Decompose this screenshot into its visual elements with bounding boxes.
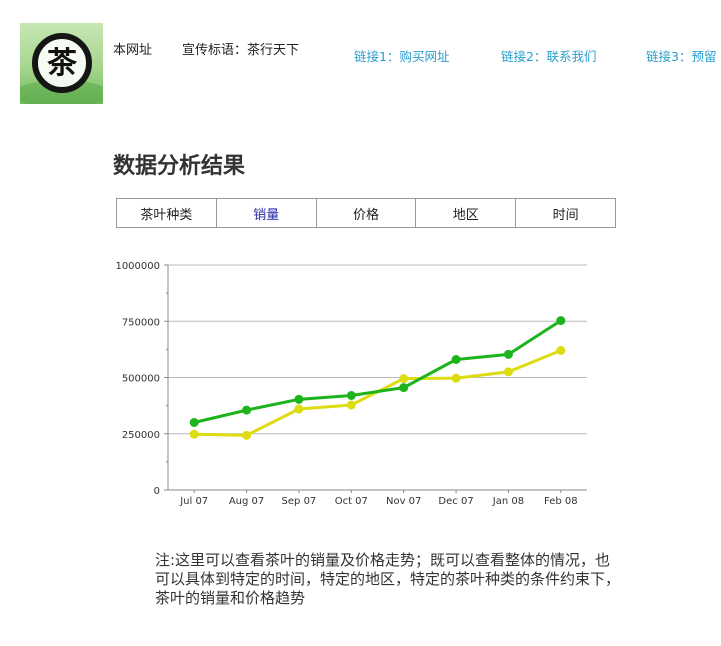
x-tick-label: Feb 08 [544, 496, 578, 507]
data-point [503, 367, 513, 377]
logo-character: 茶 [47, 46, 78, 81]
link-contact[interactable]: 链接2：联系我们 [501, 46, 596, 65]
data-point [346, 400, 356, 410]
data-point [242, 405, 252, 415]
tab-tea-type[interactable]: 茶叶种类 [117, 199, 217, 227]
sales-line-chart: 0 250000 500000 750000 1000000 Jul 07 Aug 07 Se… [115, 261, 587, 507]
site-logo[interactable]: 茶 [20, 23, 103, 104]
data-point [189, 429, 199, 439]
link-reserved[interactable]: 链接3：预留 [646, 46, 716, 65]
x-tick-label: Jul 07 [179, 496, 208, 507]
site-name: 本网址 [113, 43, 153, 58]
data-point [503, 349, 513, 359]
data-point [451, 373, 461, 383]
site-slogan: 宣传标语：茶行天下 [182, 43, 300, 58]
tab-price[interactable]: 价格 [317, 199, 417, 227]
data-point [294, 404, 304, 414]
data-point [556, 346, 566, 355]
note-text: 注:这里可以查看茶叶的销量及价格走势；既可以查看整体的情况，也可以具体到特定的时… [155, 551, 621, 607]
tab-time[interactable]: 时间 [516, 199, 615, 227]
tab-region[interactable]: 地区 [416, 199, 517, 227]
y-tick-label: 750000 [122, 317, 160, 328]
x-tick-label: Jan 08 [492, 496, 524, 507]
y-tick-label: 0 [154, 486, 160, 497]
data-point [399, 374, 409, 384]
data-point [242, 430, 252, 440]
data-point [556, 316, 566, 326]
link-buy[interactable]: 链接1：购买网址 [354, 46, 449, 65]
y-tick-label: 250000 [122, 430, 160, 441]
tea-logo-icon: 茶 [20, 33, 103, 104]
x-tick-label: Nov 07 [386, 496, 421, 507]
data-point [346, 391, 356, 400]
page-title: 数据分析结果 [113, 154, 246, 179]
data-point [451, 355, 461, 364]
data-point [399, 383, 409, 393]
y-tick-label: 1000000 [115, 261, 160, 272]
x-tick-label: Sep 07 [282, 496, 317, 507]
x-tick-label: Oct 07 [335, 496, 368, 507]
tab-sales[interactable]: 销量 [217, 199, 317, 227]
y-tick-label: 500000 [122, 374, 160, 385]
data-point [294, 394, 304, 404]
data-point [189, 418, 199, 427]
x-tick-label: Dec 07 [438, 496, 473, 507]
x-tick-label: Aug 07 [229, 496, 264, 507]
filter-tabs: 茶叶种类 销量 价格 地区 时间 [116, 198, 616, 228]
